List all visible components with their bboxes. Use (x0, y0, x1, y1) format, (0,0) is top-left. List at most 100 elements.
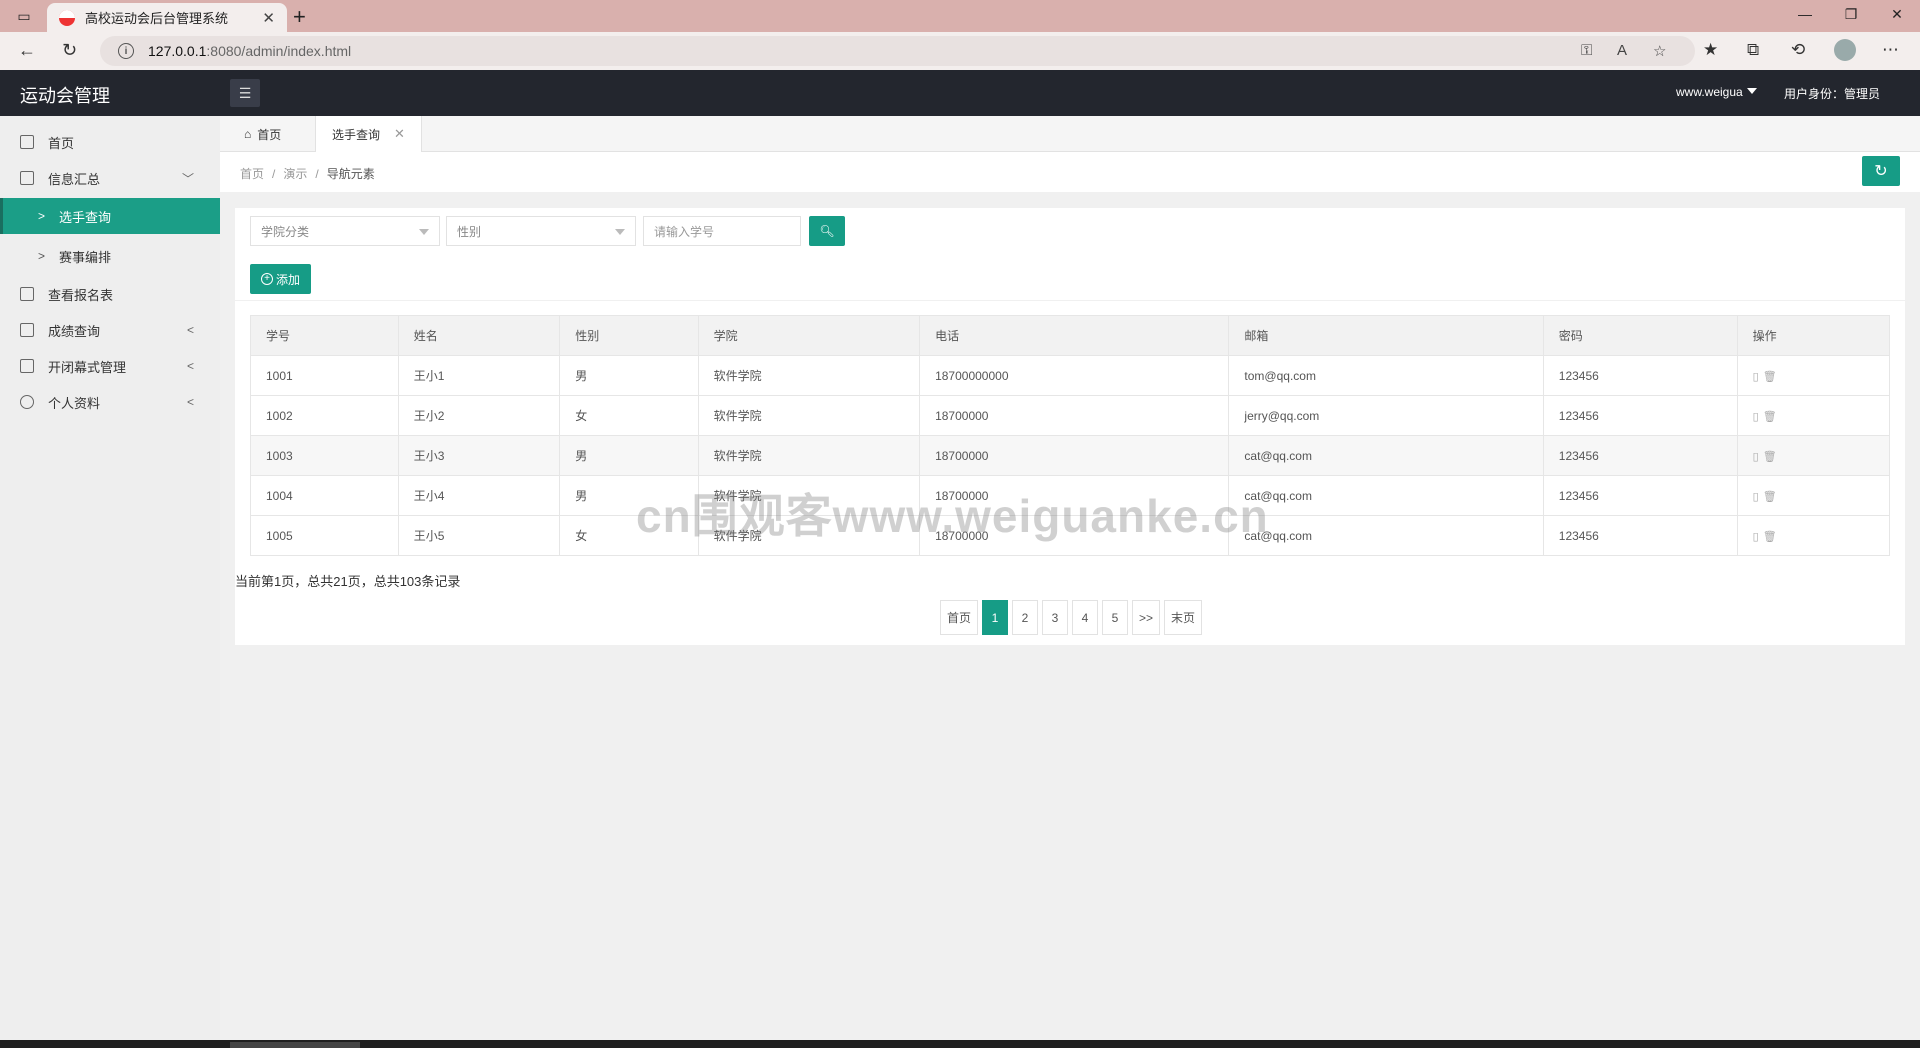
table-cell: 王小1 (397, 355, 561, 396)
sidebar-item-scores[interactable]: 成绩查询 < (0, 312, 220, 348)
column-header: 密码 (1542, 315, 1738, 356)
edit-icon[interactable]: ▯ (1753, 370, 1759, 383)
pagination: 首页 1 2 3 4 5 >> 末页 (940, 600, 1203, 635)
page-number[interactable]: 2 (1012, 600, 1039, 635)
profile-avatar[interactable] (1834, 39, 1856, 61)
site-info-icon[interactable]: i (118, 43, 134, 59)
breadcrumb: 首页 / 演示 / 导航元素 (240, 167, 375, 181)
breadcrumb-item[interactable]: 演示 (283, 167, 307, 181)
sidebar-item-registration[interactable]: 查看报名表 (0, 276, 220, 312)
student-id-input[interactable]: 请输入学号 (643, 216, 801, 246)
back-icon[interactable]: ← (18, 40, 36, 61)
page-number[interactable]: 5 (1102, 600, 1129, 635)
chevron-right-icon: > (38, 249, 46, 263)
sidebar-item-player-query[interactable]: > 选手查询 (0, 198, 220, 234)
reload-icon[interactable]: ↻ (62, 40, 77, 61)
page-last[interactable]: 末页 (1164, 600, 1203, 635)
delete-icon[interactable]: 🗑︎ (1763, 410, 1777, 423)
chevron-right-icon: > (38, 209, 46, 223)
table-cell: 18700000 (919, 435, 1230, 476)
gender-select[interactable]: 性别 (446, 216, 636, 246)
table-actions: ▯ 🗑︎ (1736, 395, 1891, 436)
table-cell: 18700000 (919, 395, 1230, 436)
list-icon (20, 287, 34, 301)
history-icon[interactable]: ⟲ (1791, 40, 1805, 60)
table-cell: 王小4 (397, 475, 561, 516)
user-icon (20, 395, 34, 409)
table-cell: 王小2 (397, 395, 561, 436)
address-bar[interactable]: i 127.0.0.1:8080/admin/index.html (100, 36, 1695, 66)
table-cell: 1002 (250, 395, 399, 436)
edit-icon[interactable]: ▯ (1753, 410, 1759, 423)
table-cell: 男 (559, 435, 699, 476)
delete-icon[interactable]: 🗑︎ (1763, 450, 1777, 463)
sidebar-item-label: 赛事编排 (59, 249, 112, 265)
close-tab-icon[interactable]: ✕ (394, 126, 405, 142)
page-number[interactable]: 3 (1042, 600, 1069, 635)
page-next[interactable]: >> (1132, 600, 1161, 635)
sidebar-item-schedule[interactable]: > 赛事编排 (0, 238, 220, 274)
delete-icon[interactable]: 🗑︎ (1763, 530, 1777, 543)
browser-toolbar: ← ↻ i 127.0.0.1:8080/admin/index.html ⚿ … (0, 32, 1920, 70)
tab-player-query[interactable]: 选手查询 ✕ (315, 116, 422, 152)
read-aloud-icon[interactable]: A (1617, 42, 1627, 59)
scrollbar-thumb[interactable] (230, 1042, 360, 1048)
sidebar-toggle-icon[interactable]: ▭ (12, 4, 36, 28)
more-menu-icon[interactable]: ⋯ (1882, 40, 1899, 60)
user-menu[interactable]: www.weigua (1676, 85, 1757, 99)
edit-icon[interactable]: ▯ (1753, 450, 1759, 463)
sidebar-item-label: 信息汇总 (48, 171, 101, 187)
user-role: 用户身份：管理员 (1784, 87, 1881, 101)
app-logo: 运动会管理 (20, 86, 110, 106)
table-actions: ▯ 🗑︎ (1736, 475, 1891, 516)
breadcrumb-item[interactable]: 首页 (240, 167, 264, 181)
sidebar-item-label: 选手查询 (59, 209, 112, 225)
refresh-button[interactable]: ↻ (1862, 156, 1900, 186)
college-select[interactable]: 学院分类 (250, 216, 440, 246)
page-number[interactable]: 4 (1072, 600, 1099, 635)
window-close-icon[interactable]: ✕ (1874, 6, 1920, 23)
column-header: 操作 (1736, 315, 1891, 356)
key-icon[interactable]: ⚿ (1581, 42, 1592, 59)
chevron-down-icon: ﹀ (181, 171, 194, 186)
breadcrumb-current: 导航元素 (326, 167, 375, 181)
close-tab-icon[interactable]: ✕ (262, 9, 275, 27)
edit-icon[interactable]: ▯ (1753, 490, 1759, 503)
delete-icon[interactable]: 🗑︎ (1763, 370, 1777, 383)
sidebar-item-info-summary[interactable]: 信息汇总 ﹀ (0, 160, 220, 196)
caret-down-icon (1746, 88, 1757, 94)
sidebar-item-ceremony[interactable]: 开闭幕式管理 < (0, 348, 220, 384)
tab-label: 首页 (257, 127, 282, 142)
table-cell: 王小3 (397, 435, 561, 476)
favorites-icon[interactable]: ★ (1703, 40, 1718, 60)
table-cell: 123456 (1542, 395, 1738, 436)
table-row: 1001 王小1 男 软件学院 18700000000 tom@qq.com 1… (250, 355, 1891, 396)
table-cell: 18700000000 (919, 355, 1230, 396)
home-icon: ⌂ (244, 127, 252, 141)
add-favorite-icon[interactable]: ☆ (1653, 42, 1666, 60)
menu-toggle-icon[interactable]: ☰ (230, 79, 260, 107)
search-button[interactable]: 🔍︎ (809, 216, 845, 246)
add-button[interactable]: + 添加 (250, 264, 311, 294)
page-number[interactable]: 1 (982, 600, 1009, 635)
column-header: 性别 (559, 315, 699, 356)
new-tab-icon[interactable]: + (293, 4, 306, 30)
restore-icon[interactable]: ❐ (1828, 6, 1874, 23)
collections-icon[interactable]: ⧉ (1747, 40, 1759, 60)
sidebar-item-label: 开闭幕式管理 (48, 359, 127, 375)
delete-icon[interactable]: 🗑︎ (1763, 490, 1777, 503)
doc-icon (20, 359, 34, 373)
table-cell: 软件学院 (697, 355, 921, 396)
table-cell: 软件学院 (697, 395, 921, 436)
browser-tab[interactable]: 高校运动会后台管理系统 ✕ (47, 3, 287, 32)
sidebar-item-home[interactable]: 首页 (0, 124, 220, 160)
watermark: cn围观客www.weiguanke.cn (636, 490, 1269, 542)
dropdown-arrow-icon (419, 229, 429, 235)
tab-home[interactable]: ⌂ 首页 (228, 116, 297, 152)
edit-icon[interactable]: ▯ (1753, 530, 1759, 543)
minimize-icon[interactable]: — (1782, 6, 1828, 22)
table-cell: cat@qq.com (1228, 515, 1544, 556)
sidebar-item-profile[interactable]: 个人资料 < (0, 384, 220, 420)
doc-icon (20, 323, 34, 337)
page-first[interactable]: 首页 (940, 600, 979, 635)
